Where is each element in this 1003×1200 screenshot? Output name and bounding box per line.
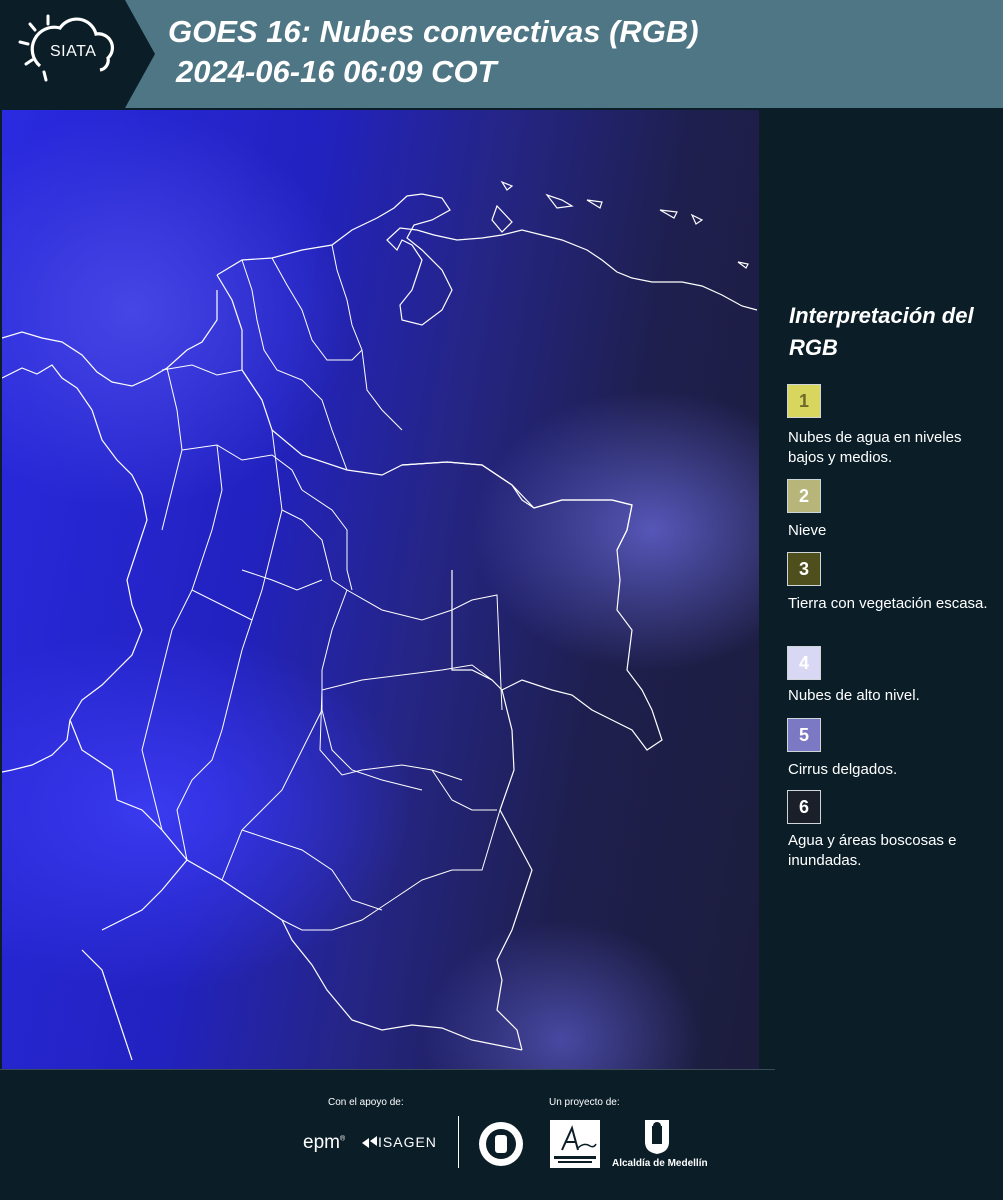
logo-text: SIATA <box>50 43 97 60</box>
isagen-mark-icon <box>362 1136 377 1149</box>
legend-label-3: Tierra con vegetación escasa. <box>788 595 988 612</box>
border-venezuela <box>401 461 633 691</box>
legend-number: 4 <box>798 652 809 673</box>
page-title: GOES 16: Nubes convectivas (RGB) <box>168 14 699 49</box>
project-label: Un proyecto de: <box>549 1097 620 1108</box>
legend-swatch-6: 6 <box>787 790 821 824</box>
legend-number: 3 <box>798 558 809 579</box>
island <box>586 199 603 209</box>
area-metropolitana-logo <box>550 1120 600 1168</box>
island <box>737 261 749 269</box>
header-bar: SIATA GOES 16: Nubes convectivas (RGB) 2… <box>0 0 1003 108</box>
legend-label-1: Nubes de agua en niveles bajos y medios. <box>788 429 962 466</box>
legend-number: 2 <box>798 485 809 506</box>
coastline-panama <box>2 290 218 411</box>
legend-label-5: Cirrus delgados. <box>788 761 898 778</box>
legend-title: Interpretación del RGB <box>789 303 974 360</box>
alcaldia-text: Alcaldía de Medellín <box>612 1158 708 1169</box>
alcaldia-shield-icon <box>645 1120 669 1154</box>
isagen-logo-text: ISAGEN <box>378 1134 437 1150</box>
support-label: Con el apoyo de: <box>328 1097 404 1108</box>
island <box>545 193 574 209</box>
area-metropolitana-mark-icon <box>554 1125 597 1163</box>
timestamp: 2024-06-16 06:09 COT <box>176 54 497 89</box>
legend-label-2: Nieve <box>788 522 827 539</box>
legend-label-6: Agua y áreas boscosas e inundadas. <box>788 832 957 869</box>
siata-logo: SIATA <box>0 0 160 108</box>
legend-label-4: Nubes de alto nivel. <box>788 687 920 704</box>
boundaries-layer <box>2 180 758 1061</box>
legend-number: 1 <box>798 390 809 411</box>
department-borders <box>141 244 503 931</box>
coastline-pacific <box>2 409 148 773</box>
legend-swatch-5: 5 <box>787 718 821 752</box>
island <box>690 213 704 225</box>
legend-swatch-3: 3 <box>787 552 821 586</box>
island <box>491 204 513 233</box>
legend-number: 5 <box>798 724 809 745</box>
island <box>659 209 678 219</box>
satellite-map <box>2 110 759 1070</box>
isagen-logo: ISAGEN <box>360 1134 437 1151</box>
border-colombia <box>69 274 663 1051</box>
footer-divider <box>458 1116 459 1168</box>
island <box>500 180 514 191</box>
legend-swatch-2: 2 <box>787 479 821 513</box>
divider <box>0 1069 775 1070</box>
legend-swatch-1: 1 <box>787 384 821 418</box>
epm-logo-text: epm <box>303 1132 340 1153</box>
legend-swatch-4: 4 <box>787 646 821 680</box>
footer: Con el apoyo de: Un proyecto de: epm® IS… <box>0 1072 1003 1200</box>
border-ecuador <box>81 859 188 1061</box>
medellin-seal-icon <box>479 1122 523 1166</box>
epm-logo: epm® <box>303 1132 346 1153</box>
legend-number: 6 <box>798 796 809 817</box>
